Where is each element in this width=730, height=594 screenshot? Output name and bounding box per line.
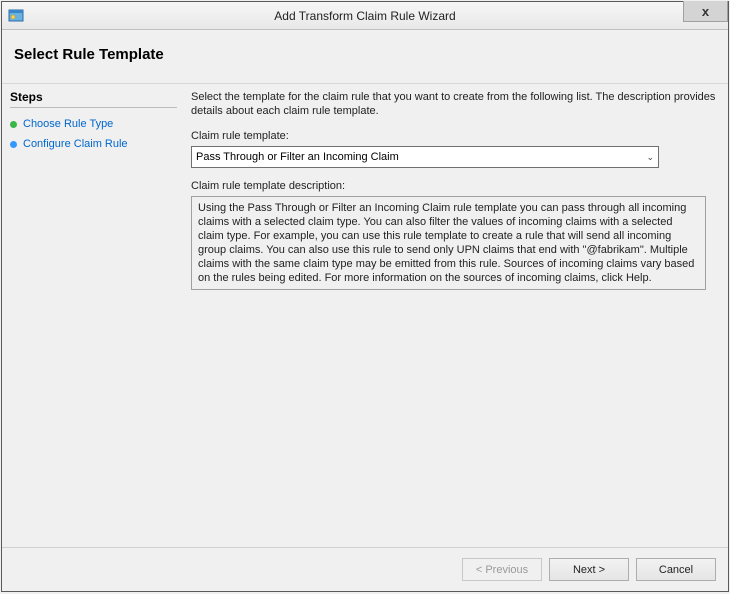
intro-text: Select the template for the claim rule t…: [191, 90, 718, 118]
template-label: Claim rule template:: [191, 130, 718, 142]
cancel-button[interactable]: Cancel: [636, 558, 716, 581]
page-header: Select Rule Template: [2, 30, 728, 84]
bullet-active-icon: [10, 121, 17, 128]
button-label: Next >: [573, 564, 605, 576]
wizard-window: Add Transform Claim Rule Wizard x Select…: [1, 1, 729, 592]
button-label: Cancel: [659, 564, 693, 576]
steps-heading: Steps: [10, 90, 177, 108]
claim-rule-template-dropdown[interactable]: Pass Through or Filter an Incoming Claim…: [191, 146, 659, 168]
window-title: Add Transform Claim Rule Wizard: [2, 9, 728, 23]
step-configure-claim-rule[interactable]: Configure Claim Rule: [10, 134, 177, 154]
close-button[interactable]: x: [683, 1, 728, 22]
step-label: Choose Rule Type: [23, 118, 113, 130]
app-icon: [8, 8, 24, 24]
button-label: < Previous: [476, 564, 528, 576]
bullet-pending-icon: [10, 141, 17, 148]
steps-sidebar: Steps Choose Rule Type Configure Claim R…: [2, 84, 185, 547]
wizard-body: Steps Choose Rule Type Configure Claim R…: [2, 84, 728, 547]
description-label: Claim rule template description:: [191, 180, 718, 192]
close-icon: x: [702, 4, 709, 19]
dropdown-value: Pass Through or Filter an Incoming Claim: [196, 151, 399, 163]
wizard-footer: < Previous Next > Cancel: [2, 547, 728, 591]
template-description-box: Using the Pass Through or Filter an Inco…: [191, 196, 706, 290]
step-label: Configure Claim Rule: [23, 138, 128, 150]
chevron-down-icon: ⌄: [646, 152, 654, 163]
template-description-text: Using the Pass Through or Filter an Inco…: [198, 202, 694, 284]
content-area: Select the template for the claim rule t…: [185, 84, 728, 547]
step-choose-rule-type[interactable]: Choose Rule Type: [10, 114, 177, 134]
previous-button: < Previous: [462, 558, 542, 581]
titlebar: Add Transform Claim Rule Wizard x: [2, 2, 728, 30]
page-title: Select Rule Template: [14, 46, 716, 63]
next-button[interactable]: Next >: [549, 558, 629, 581]
